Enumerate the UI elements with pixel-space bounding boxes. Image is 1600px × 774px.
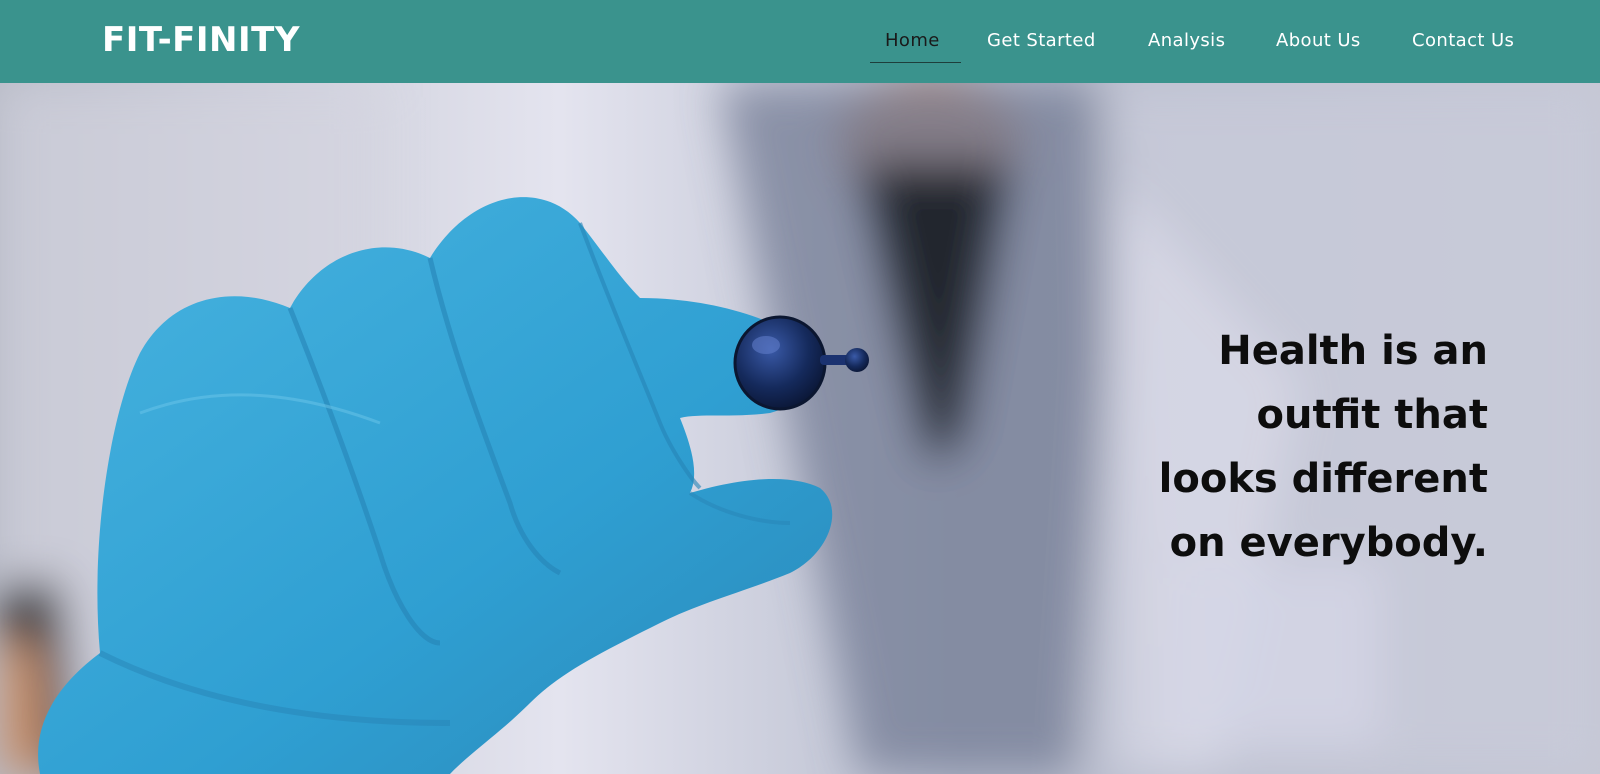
nav-home[interactable]: Home <box>885 30 940 51</box>
hero-tagline: Health is an outfit that looks different… <box>1158 328 1488 566</box>
nav-active-underline <box>870 62 961 63</box>
nav-analysis[interactable]: Analysis <box>1148 30 1225 51</box>
nav-get-started[interactable]: Get Started <box>987 30 1096 51</box>
nav-about-us[interactable]: About Us <box>1276 30 1361 51</box>
top-navbar: FIT-FINITY Home Get Started Analysis Abo… <box>0 0 1600 83</box>
brand-logo[interactable]: FIT-FINITY <box>102 20 300 60</box>
nav-contact-us[interactable]: Contact Us <box>1412 30 1514 51</box>
hero-section: Health is an outfit that looks different… <box>0 83 1600 774</box>
